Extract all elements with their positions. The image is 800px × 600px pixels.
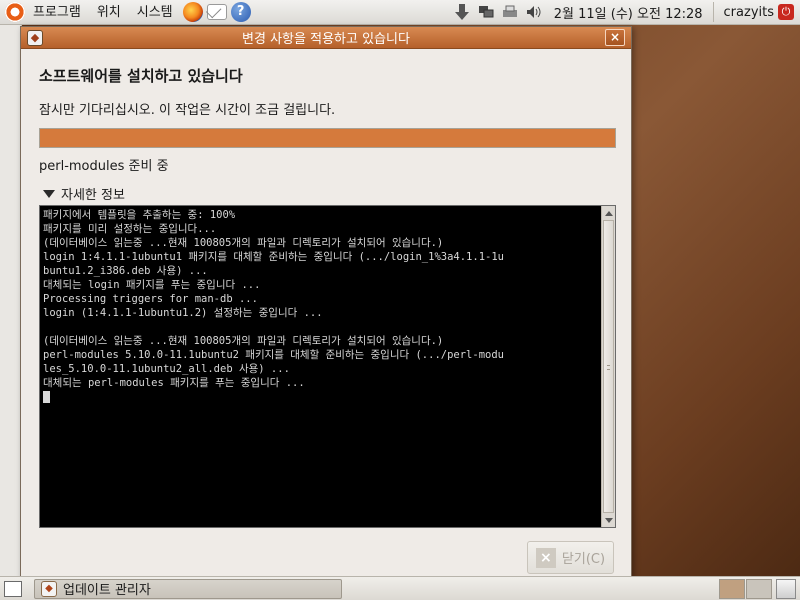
scrollbar-thumb[interactable] [603,220,614,513]
terminal-line: 대체되는 login 패키지를 푸는 중입니다 ... [43,279,261,291]
close-window-icon[interactable]: × [605,29,625,46]
top-panel: 프로그램 위치 시스템 ? 2월 11일 (수) 오전 12:28 crazyi… [0,0,800,25]
menu-system[interactable]: 시스템 [129,0,181,25]
firefox-launcher-icon[interactable] [182,2,203,22]
terminal-line: buntu1.2_i386.deb 사용) ... [43,265,208,277]
help-launcher-icon[interactable]: ? [230,2,251,22]
bottom-panel: ◆ 업데이트 관리자 [0,576,800,600]
dialog-titlebar[interactable]: ◆ 변경 사항을 적용하고 있습니다 × [21,27,631,49]
ubuntu-logo-icon[interactable] [5,2,25,22]
trash-icon[interactable] [776,578,796,599]
dialog-title: 변경 사항을 적용하고 있습니다 [242,32,410,47]
terminal-line: (데이터베이스 읽는중 ...현재 100805개의 파일과 디렉토리가 설치되… [43,237,444,249]
network-icon[interactable] [477,4,495,20]
close-icon: × [535,547,556,568]
volume-icon[interactable] [525,4,543,20]
scroll-up-icon[interactable] [602,206,615,220]
show-desktop-icon[interactable] [4,580,22,597]
apply-changes-dialog: ◆ 변경 사항을 적용하고 있습니다 × 소프트웨어를 설치하고 있습니다 잠시… [20,26,632,578]
close-button-label: 닫기(C) [561,552,606,567]
terminal-cursor [43,391,50,403]
terminal-line: 패키지에서 템플릿을 추출하는 중: 100% [43,209,236,221]
menu-applications[interactable]: 프로그램 [25,0,89,25]
terminal-line: Processing triggers for man-db ... [43,293,258,305]
workspace-2[interactable] [746,578,772,599]
terminal-line: 패키지를 미리 설정하는 중입니다... [43,223,217,235]
power-icon[interactable]: ⏻ [778,4,794,20]
install-progress-bar [39,128,616,148]
details-expander[interactable]: 자세한 정보 [39,184,125,203]
status-text: perl-modules 준비 중 [39,159,169,174]
workspace-1[interactable] [719,578,745,599]
background-window-edge [0,25,22,576]
taskbar-item-update-manager[interactable]: ◆ 업데이트 관리자 [34,578,342,599]
terminal-line: login 1:4.1.1-1ubuntu1 패키지를 대체할 준비하는 중입니… [43,251,504,263]
terminal-text: 패키지에서 템플릿을 추출하는 중: 100% 패키지를 미리 설정하는 중입니다… [40,206,601,527]
terminal-line: les_5.10.0-11.1ubuntu2_all.deb 사용) ... [43,363,290,375]
details-label: 자세한 정보 [61,188,125,203]
terminal-line: (데이터베이스 읽는중 ...현재 100805개의 파일과 디렉토리가 설치되… [43,335,444,347]
close-button[interactable]: × 닫기(C) [527,541,614,574]
user-switcher[interactable]: crazyits [716,5,778,20]
terminal-line: login (1:4.1.1-1ubuntu1.2) 설정하는 중입니다 ... [43,307,323,319]
update-manager-icon: ◆ [41,580,57,597]
printer-icon[interactable] [501,4,519,20]
panel-clock[interactable]: 2월 11일 (수) 오전 12:28 [546,3,711,22]
update-notifier-icon[interactable] [453,4,471,20]
progress-fill [40,129,615,147]
terminal-output[interactable]: 패키지에서 템플릿을 추출하는 중: 100% 패키지를 미리 설정하는 중입니다… [39,205,616,528]
terminal-line: 대체되는 perl-modules 패키지를 푸는 중입니다 ... [43,377,305,389]
expander-arrow-icon [43,189,55,198]
scroll-down-icon[interactable] [602,513,615,527]
menu-places[interactable]: 위치 [89,0,129,25]
taskbar-item-label: 업데이트 관리자 [63,583,151,598]
dialog-subtitle: 잠시만 기다리십시오. 이 작업은 시간이 조금 걸립니다. [39,103,336,118]
terminal-scrollbar[interactable] [601,206,615,527]
mail-launcher-icon[interactable] [206,4,227,20]
terminal-line: perl-modules 5.10.0-11.1ubuntu2 패키지를 대체할… [43,349,504,361]
dialog-heading: 소프트웨어를 설치하고 있습니다 [39,67,243,85]
